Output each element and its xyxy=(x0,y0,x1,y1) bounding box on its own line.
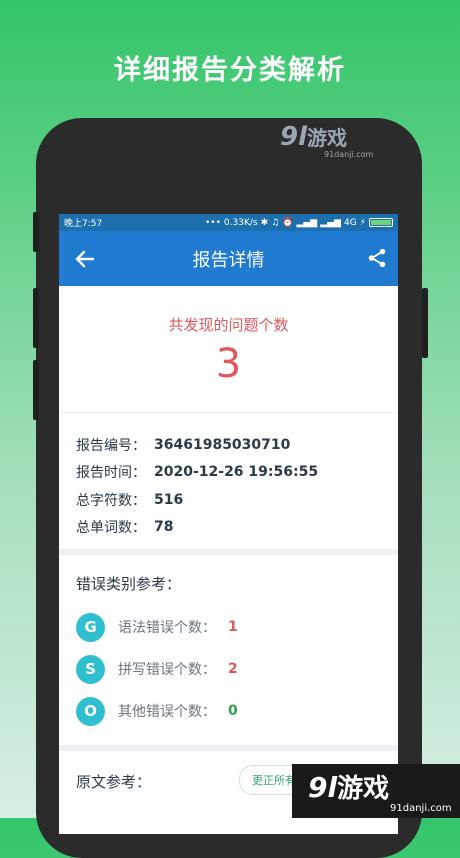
error-count: 2 xyxy=(228,661,238,677)
alarm-icon: ⏰ xyxy=(282,217,294,228)
issue-summary: 共发现的问题个数 3 xyxy=(59,286,398,413)
info-row: 总单词数： 78 xyxy=(76,514,381,542)
error-label: 拼写错误个数： xyxy=(118,662,216,678)
error-count: 0 xyxy=(228,703,238,719)
watermark-logo: 9l游戏 91danji.com xyxy=(280,122,373,159)
signal-icon: ▂▄▆ xyxy=(320,217,341,228)
battery-icon xyxy=(369,218,393,227)
original-text-title: 原文参考： xyxy=(76,773,152,791)
error-label: 语法错误个数： xyxy=(118,620,216,636)
page-title: 报告详情 xyxy=(192,249,265,271)
info-key: 总字符数： xyxy=(76,492,146,509)
info-value: 78 xyxy=(154,519,174,536)
phone-side-button xyxy=(33,360,39,420)
info-value: 2020-12-26 19:56:55 xyxy=(154,464,319,481)
error-row-other[interactable]: O 其他错误个数： 0 xyxy=(76,690,381,732)
error-label: 其他错误个数： xyxy=(118,704,216,720)
issue-count-label: 共发现的问题个数 xyxy=(168,316,289,334)
watermark-url: 91danji.com xyxy=(324,150,374,159)
report-info: 报告编号： 36461985030710 报告时间： 2020-12-26 19… xyxy=(59,413,398,549)
info-row: 总字符数： 516 xyxy=(76,486,381,514)
promo-title: 详细报告分类解析 xyxy=(114,55,346,86)
mute-bell-icon: ♫ xyxy=(271,217,280,228)
info-value: 516 xyxy=(154,491,184,508)
spelling-badge-icon: S xyxy=(76,654,105,684)
watermark-badge: 9l游戏 91danji.com xyxy=(292,764,460,818)
info-value: 36461985030710 xyxy=(154,436,291,453)
share-icon[interactable] xyxy=(366,247,388,269)
error-count: 1 xyxy=(228,619,238,635)
error-categories-title: 错误类别参考： xyxy=(76,575,182,593)
watermark-logo-text: 游戏 xyxy=(307,126,348,150)
phone-side-button xyxy=(422,288,428,358)
error-row-spelling[interactable]: S 拼写错误个数： 2 xyxy=(76,648,381,690)
watermark-url: 91danji.com xyxy=(390,803,452,814)
charging-icon: ⚡ xyxy=(359,217,366,228)
phone-screen: 晚上7:57 ••• 0.33K/s ✱ ♫ ⏰ ▂▄▆ ▂▄▆ 4G ⚡ 报告… xyxy=(59,214,398,834)
status-speed: 0.33K/s xyxy=(223,217,258,228)
watermark-logo-mark: 9l xyxy=(280,122,308,152)
watermark-logo-text: 游戏 xyxy=(337,774,390,804)
grammar-badge-icon: G xyxy=(76,612,105,642)
error-categories: 错误类别参考： G 语法错误个数： 1 S 拼写错误个数： 2 O 其他错误个数… xyxy=(59,555,398,745)
status-bar: 晚上7:57 ••• 0.33K/s ✱ ♫ ⏰ ▂▄▆ ▂▄▆ 4G ⚡ xyxy=(59,214,398,231)
issue-count-value: 3 xyxy=(215,341,242,387)
info-key: 总单词数： xyxy=(76,520,146,537)
info-row: 报告编号： 36461985030710 xyxy=(76,431,381,459)
status-network: 4G xyxy=(343,217,357,228)
info-row: 报告时间： 2020-12-26 19:56:55 xyxy=(76,459,381,487)
signal-icon: ▂▄▆ xyxy=(296,217,318,228)
phone-side-button xyxy=(33,212,39,252)
back-arrow-icon[interactable] xyxy=(73,247,97,271)
bluetooth-icon: ✱ xyxy=(260,217,269,228)
app-bar: 报告详情 xyxy=(59,231,398,286)
status-dots: ••• xyxy=(204,217,221,228)
status-time: 晚上7:57 xyxy=(64,219,103,229)
other-badge-icon: O xyxy=(76,696,105,726)
info-key: 报告编号： xyxy=(76,437,146,454)
error-row-grammar[interactable]: G 语法错误个数： 1 xyxy=(76,606,381,648)
watermark-logo-mark: 9l xyxy=(308,771,338,804)
info-key: 报告时间： xyxy=(76,465,146,482)
phone-side-button xyxy=(33,288,39,348)
